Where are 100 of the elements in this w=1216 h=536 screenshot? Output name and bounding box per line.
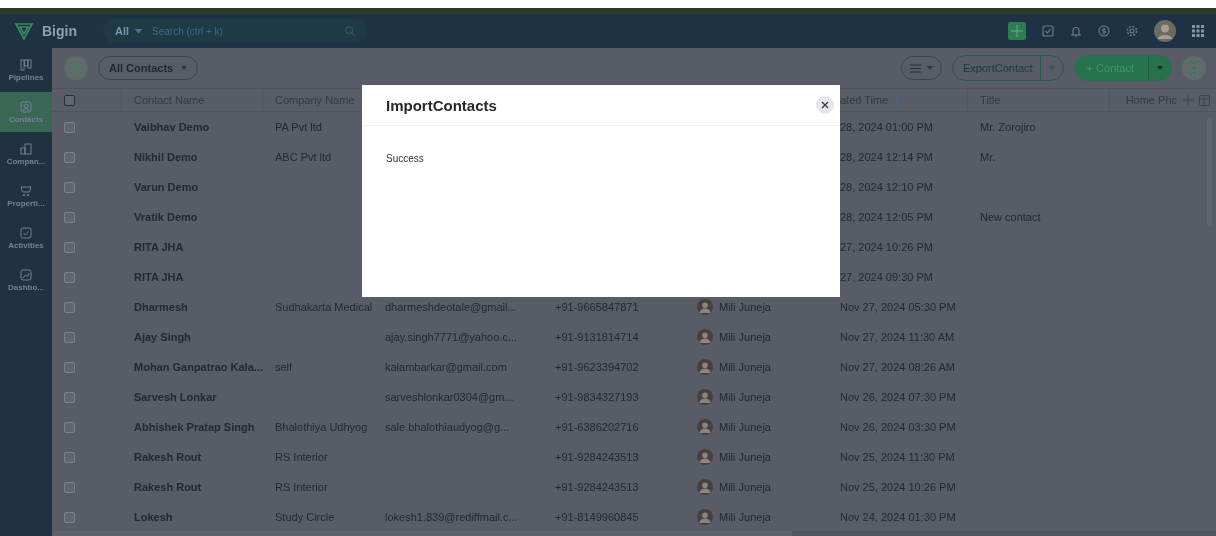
table-cell: +91-6386202716 (555, 421, 639, 433)
checklist-icon[interactable] (1042, 25, 1054, 37)
logo-icon (14, 21, 34, 41)
table-cell: +91-9131814714 (555, 331, 639, 343)
table-cell: 27, 2024 09:30 PM (840, 271, 933, 283)
contact-name-link[interactable]: Rakesh Rout (134, 451, 202, 463)
contact-name-link[interactable]: Vaibhav Demo (134, 121, 210, 133)
table-cell: +91-9284243513 (555, 451, 639, 463)
row-checkbox[interactable] (64, 511, 75, 523)
contact-name-link[interactable]: Ajay Singh (134, 331, 191, 343)
row-checkbox[interactable] (64, 331, 75, 343)
table-cell: dharmeshdeotale@gmail... (385, 301, 517, 313)
contact-name-link[interactable]: Abhishek Pratap Singh (134, 421, 255, 433)
contact-name-link[interactable]: RITA JHA (134, 241, 184, 253)
row-checkbox[interactable] (64, 181, 75, 193)
bell-icon[interactable] (1070, 25, 1082, 37)
chart-icon (20, 268, 32, 281)
dialog-message: Success (386, 153, 424, 164)
table-cell: +91-9623394702 (555, 361, 639, 373)
sidebar-item[interactable]: Dashbo... (0, 260, 52, 300)
table-cell: +91-8149960845 (555, 511, 639, 523)
row-checkbox[interactable] (64, 241, 75, 253)
table-cell: +91-9284243513 (555, 481, 639, 493)
avatar-icon (697, 419, 713, 435)
building-icon (20, 142, 32, 155)
contact-name-link[interactable]: Nikhil Demo (134, 151, 198, 163)
table-cell: sale.bhalothiaudyog@g... (385, 421, 510, 433)
contact-name-link[interactable]: Dharmesh (134, 301, 188, 313)
board-icon (20, 58, 32, 71)
row-checkbox[interactable] (64, 421, 75, 433)
list-icon (909, 63, 921, 73)
table-cell: lokesh1.839@rediffmail.c... (385, 511, 518, 523)
row-checkbox[interactable] (64, 271, 75, 283)
more-icon[interactable] (1182, 56, 1206, 80)
caret-icon (135, 28, 143, 34)
row-checkbox[interactable] (64, 361, 75, 373)
add-icon[interactable] (1008, 22, 1026, 40)
table-cell: Mili Juneja (719, 481, 771, 493)
table-cell: PA Pvt ltd (275, 121, 322, 133)
filter-icon[interactable] (64, 56, 88, 80)
table-cell: RS Interior (275, 451, 328, 463)
contact-name-link[interactable]: RITA JHA (134, 271, 184, 283)
sidebar-item[interactable]: Contacts (0, 92, 52, 132)
row-checkbox[interactable] (64, 451, 75, 463)
select-all-checkbox[interactable] (64, 94, 75, 106)
table-cell: Mili Juneja (719, 391, 771, 403)
avatar-icon[interactable] (1154, 20, 1176, 42)
table-cell: 27, 2024 10:26 PM (840, 241, 933, 253)
caret-icon (1048, 66, 1055, 70)
contact-name-link[interactable]: Mohan Ganpatrao Kala... (134, 361, 263, 373)
table-cell: Mili Juneja (719, 451, 771, 463)
table-cell: +91-9834327193 (555, 391, 639, 403)
settings-icon[interactable] (1126, 25, 1138, 37)
table-cell: New contact (980, 211, 1041, 223)
row-checkbox[interactable] (64, 121, 75, 133)
table-cell: sarveshlonkar0304@gm... (385, 391, 514, 403)
table-cell: self (275, 361, 293, 373)
table-cell: Study Circle (275, 511, 335, 523)
row-checkbox[interactable] (64, 481, 75, 493)
table-cell: Mr. (980, 151, 996, 163)
checkbox-icon (20, 226, 32, 239)
avatar-icon (697, 449, 713, 465)
table-cell: +91-9665847871 (555, 301, 639, 313)
avatar-icon (697, 389, 713, 405)
contact-name-link[interactable]: Lokesh (134, 511, 173, 523)
table-cell: Sudhakarta Medical (275, 301, 373, 313)
contact-name-link[interactable]: Sarvesh Lonkar (134, 391, 217, 403)
row-checkbox[interactable] (64, 151, 75, 163)
close-icon (821, 101, 829, 109)
row-checkbox[interactable] (64, 211, 75, 223)
coin-icon[interactable] (1098, 25, 1110, 37)
table-cell: ajay.singh7771@yahoo.c... (385, 331, 518, 343)
contact-name-link[interactable]: Varun Demo (134, 181, 199, 193)
person-icon (20, 100, 32, 113)
avatar-icon (697, 329, 713, 345)
table-cell: Mili Juneja (719, 421, 771, 433)
sidebar-item[interactable]: Compan... (0, 134, 52, 174)
row-checkbox[interactable] (64, 391, 75, 403)
search-icon[interactable] (345, 26, 355, 36)
app-grid-icon[interactable] (1192, 25, 1204, 37)
caret-icon (926, 66, 933, 70)
contact-name-link[interactable]: Vratik Demo (134, 211, 198, 223)
cart-icon (20, 184, 32, 197)
search-scope-dropdown[interactable]: All (115, 25, 143, 37)
row-checkbox[interactable] (64, 301, 75, 313)
export-button[interactable]: ExportContact (952, 56, 1041, 80)
sidebar-item[interactable]: Activities (0, 218, 52, 258)
close-button[interactable] (816, 96, 834, 114)
dialog-title: ImportContacts (386, 96, 497, 114)
table-cell: Mili Juneja (719, 331, 771, 343)
contact-name-link[interactable]: Rakesh Rout (134, 481, 202, 493)
avatar-icon (697, 509, 713, 525)
sidebar-item[interactable]: Pipelines (0, 50, 52, 90)
sidebar-item[interactable]: Properti... (0, 176, 52, 216)
table-cell: Mr. Zorojiro (980, 121, 1036, 133)
column-settings-icon[interactable] (1199, 94, 1210, 106)
avatar-icon (697, 299, 713, 315)
avatar-icon (697, 479, 713, 495)
avatar-icon (697, 359, 713, 375)
caret-icon (181, 66, 188, 70)
